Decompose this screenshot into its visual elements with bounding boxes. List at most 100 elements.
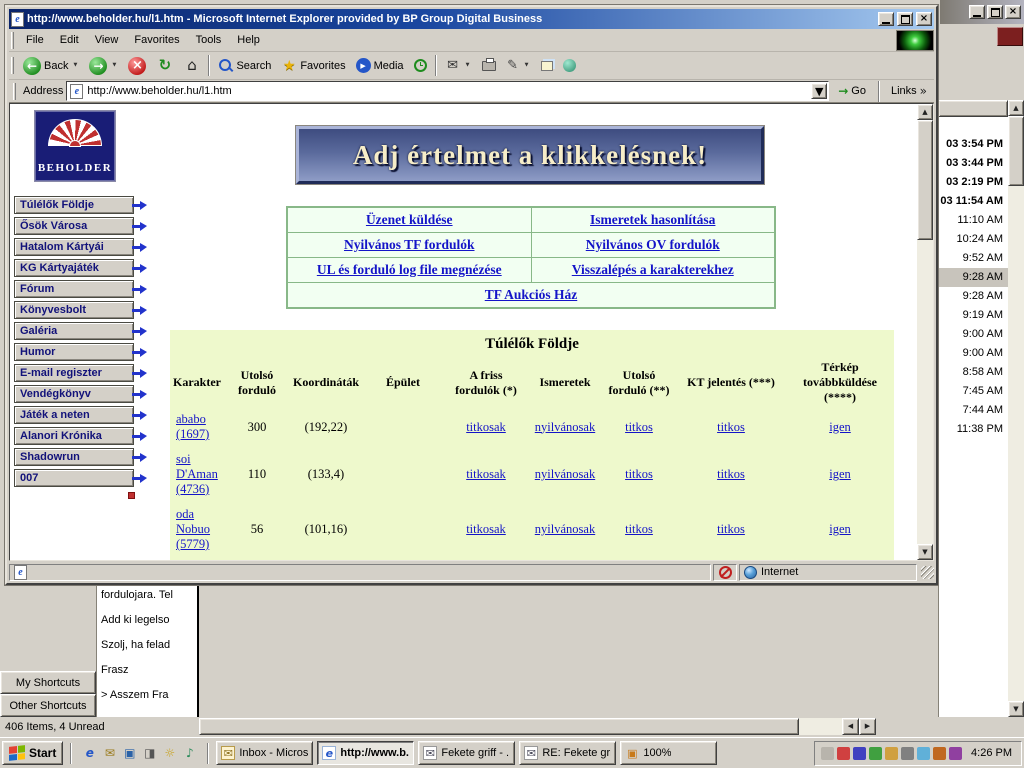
- quick-link[interactable]: Üzenet küldése: [366, 212, 453, 227]
- menu-item[interactable]: View: [87, 31, 127, 49]
- scroll-up-icon[interactable]: [1008, 100, 1024, 116]
- page-vertical-scrollbar[interactable]: [917, 104, 933, 560]
- quick-launch-icon[interactable]: ♪: [181, 745, 198, 762]
- scrollbar-track[interactable]: [1008, 186, 1024, 701]
- discuss-button[interactable]: [536, 53, 558, 78]
- banner-ad[interactable]: Adj értelmet a klikkelésnek!: [296, 126, 764, 184]
- links-button[interactable]: Links: [886, 85, 932, 97]
- outlook-vertical-scrollbar[interactable]: [1008, 100, 1024, 717]
- map-forward-link[interactable]: igen: [829, 522, 851, 536]
- task-button[interactable]: ✉ Fekete griff - ...: [418, 741, 515, 765]
- sidebar-item[interactable]: Humor: [14, 343, 134, 361]
- message-time-list[interactable]: 03 3:54 PM03 3:44 PM03 2:19 PM03 11:54 A…: [938, 117, 1008, 717]
- message-time[interactable]: 9:00 AM: [939, 344, 1008, 363]
- refresh-button[interactable]: [151, 53, 178, 78]
- tray-icon[interactable]: [885, 747, 898, 760]
- message-time[interactable]: 9:00 AM: [939, 325, 1008, 344]
- quick-link[interactable]: Nyilvános TF fordulók: [344, 237, 475, 252]
- scroll-left-icon[interactable]: [842, 718, 859, 735]
- character-link[interactable]: ababo (1697): [176, 412, 209, 441]
- sidebar-item[interactable]: Túlélők Földje: [14, 196, 134, 214]
- quick-link[interactable]: UL és forduló log file megnézése: [317, 262, 502, 277]
- message-time[interactable]: 8:58 AM: [939, 363, 1008, 382]
- message-time[interactable]: 03 2:19 PM: [939, 173, 1008, 192]
- toolbar-grip[interactable]: [11, 32, 14, 49]
- kt-report-link[interactable]: titkos: [717, 467, 745, 481]
- fresh-turns-link[interactable]: titkosak: [466, 522, 506, 536]
- sidebar-item[interactable]: Alanori Krónika: [14, 427, 134, 445]
- quick-launch-icon[interactable]: ✉: [101, 745, 118, 762]
- sidebar-item[interactable]: Vendégkönyv: [14, 385, 134, 403]
- favorites-button[interactable]: Favorites: [276, 53, 350, 78]
- task-button[interactable]: ✉ Inbox - Micros...: [216, 741, 313, 765]
- close-button[interactable]: ×: [1005, 5, 1021, 19]
- toolbar-red-button[interactable]: [997, 27, 1023, 46]
- message-time[interactable]: 9:28 AM: [939, 268, 1008, 287]
- task-button[interactable]: ▣ 100%: [620, 741, 717, 765]
- knowledge-link[interactable]: nyilvánosak: [535, 467, 595, 481]
- maximize-button[interactable]: [897, 12, 913, 26]
- sidebar-item[interactable]: Hatalom Kártyái: [14, 238, 134, 256]
- knowledge-link[interactable]: nyilvánosak: [535, 420, 595, 434]
- outlook-horizontal-scrollbar[interactable]: [199, 718, 876, 735]
- menu-item[interactable]: Tools: [188, 31, 230, 49]
- stop-button[interactable]: [123, 53, 151, 78]
- message-time[interactable]: 03 3:54 PM: [939, 135, 1008, 154]
- quick-link[interactable]: TF Aukciós Ház: [485, 287, 578, 302]
- tray-icon[interactable]: [821, 747, 834, 760]
- scroll-right-icon[interactable]: [859, 718, 876, 735]
- menu-item[interactable]: Help: [229, 31, 268, 49]
- message-time[interactable]: 9:19 AM: [939, 306, 1008, 325]
- close-button[interactable]: ×: [916, 12, 932, 26]
- quick-launch-icon[interactable]: e: [81, 745, 98, 762]
- fresh-turns-link[interactable]: titkosak: [466, 467, 506, 481]
- message-time[interactable]: 03 3:44 PM: [939, 154, 1008, 173]
- sidebar-item[interactable]: E-mail regiszter: [14, 364, 134, 382]
- back-button[interactable]: Back: [18, 53, 84, 78]
- shortcuts-button[interactable]: Other Shortcuts: [0, 694, 96, 717]
- task-button[interactable]: ✉ RE: Fekete grif...: [519, 741, 616, 765]
- quick-launch-icon[interactable]: ◨: [141, 745, 158, 762]
- quick-link[interactable]: Nyilvános OV fordulók: [586, 237, 720, 252]
- quick-link[interactable]: Ismeretek hasonlítása: [590, 212, 715, 227]
- map-forward-link[interactable]: igen: [829, 467, 851, 481]
- tray-icon[interactable]: [853, 747, 866, 760]
- kt-report-link[interactable]: titkos: [717, 522, 745, 536]
- message-list-column-header[interactable]: [938, 100, 1008, 117]
- toolbar-grip[interactable]: [13, 83, 16, 100]
- message-time[interactable]: 7:45 AM: [939, 382, 1008, 401]
- sidebar-item[interactable]: Ősök Városa: [14, 217, 134, 235]
- sidebar-item[interactable]: Játék a neten: [14, 406, 134, 424]
- address-value[interactable]: http://www.beholder.hu/l1.htm: [87, 85, 807, 97]
- scrollbar-thumb[interactable]: [199, 718, 799, 735]
- sidebar-item[interactable]: Galéria: [14, 322, 134, 340]
- map-forward-link[interactable]: igen: [829, 420, 851, 434]
- last-turn-link[interactable]: titkos: [625, 467, 653, 481]
- titlebar[interactable]: http://www.beholder.hu/l1.htm - Microsof…: [9, 9, 934, 29]
- scroll-down-icon[interactable]: [1008, 701, 1024, 717]
- sidebar-item[interactable]: Shadowrun: [14, 448, 134, 466]
- address-input[interactable]: http://www.beholder.hu/l1.htm: [66, 81, 829, 101]
- background-window-titlebar[interactable]: ×: [940, 0, 1024, 24]
- start-button[interactable]: Start: [2, 741, 63, 765]
- message-time[interactable]: 7:44 AM: [939, 401, 1008, 420]
- scrollbar-track[interactable]: [917, 240, 933, 544]
- menu-item[interactable]: File: [18, 31, 52, 49]
- scroll-down-icon[interactable]: [917, 544, 933, 560]
- go-button[interactable]: Go: [832, 81, 872, 102]
- character-link[interactable]: oda Nobuo (5779): [176, 507, 210, 551]
- messenger-button[interactable]: [558, 53, 581, 78]
- minimize-button[interactable]: [969, 5, 985, 19]
- knowledge-link[interactable]: nyilvánosak: [535, 522, 595, 536]
- address-dropdown-icon[interactable]: [811, 83, 827, 99]
- shortcuts-button[interactable]: My Shortcuts: [0, 671, 96, 694]
- fresh-turns-link[interactable]: titkosak: [466, 420, 506, 434]
- forward-button[interactable]: [84, 53, 123, 78]
- quick-link[interactable]: Visszalépés a karakterekhez: [572, 262, 734, 277]
- tray-icon[interactable]: [933, 747, 946, 760]
- scroll-up-icon[interactable]: [917, 104, 933, 120]
- quick-launch-icon[interactable]: ☼: [161, 745, 178, 762]
- message-time[interactable]: 11:10 AM: [939, 211, 1008, 230]
- message-time[interactable]: 11:38 PM: [939, 420, 1008, 439]
- search-button[interactable]: Search: [213, 53, 276, 78]
